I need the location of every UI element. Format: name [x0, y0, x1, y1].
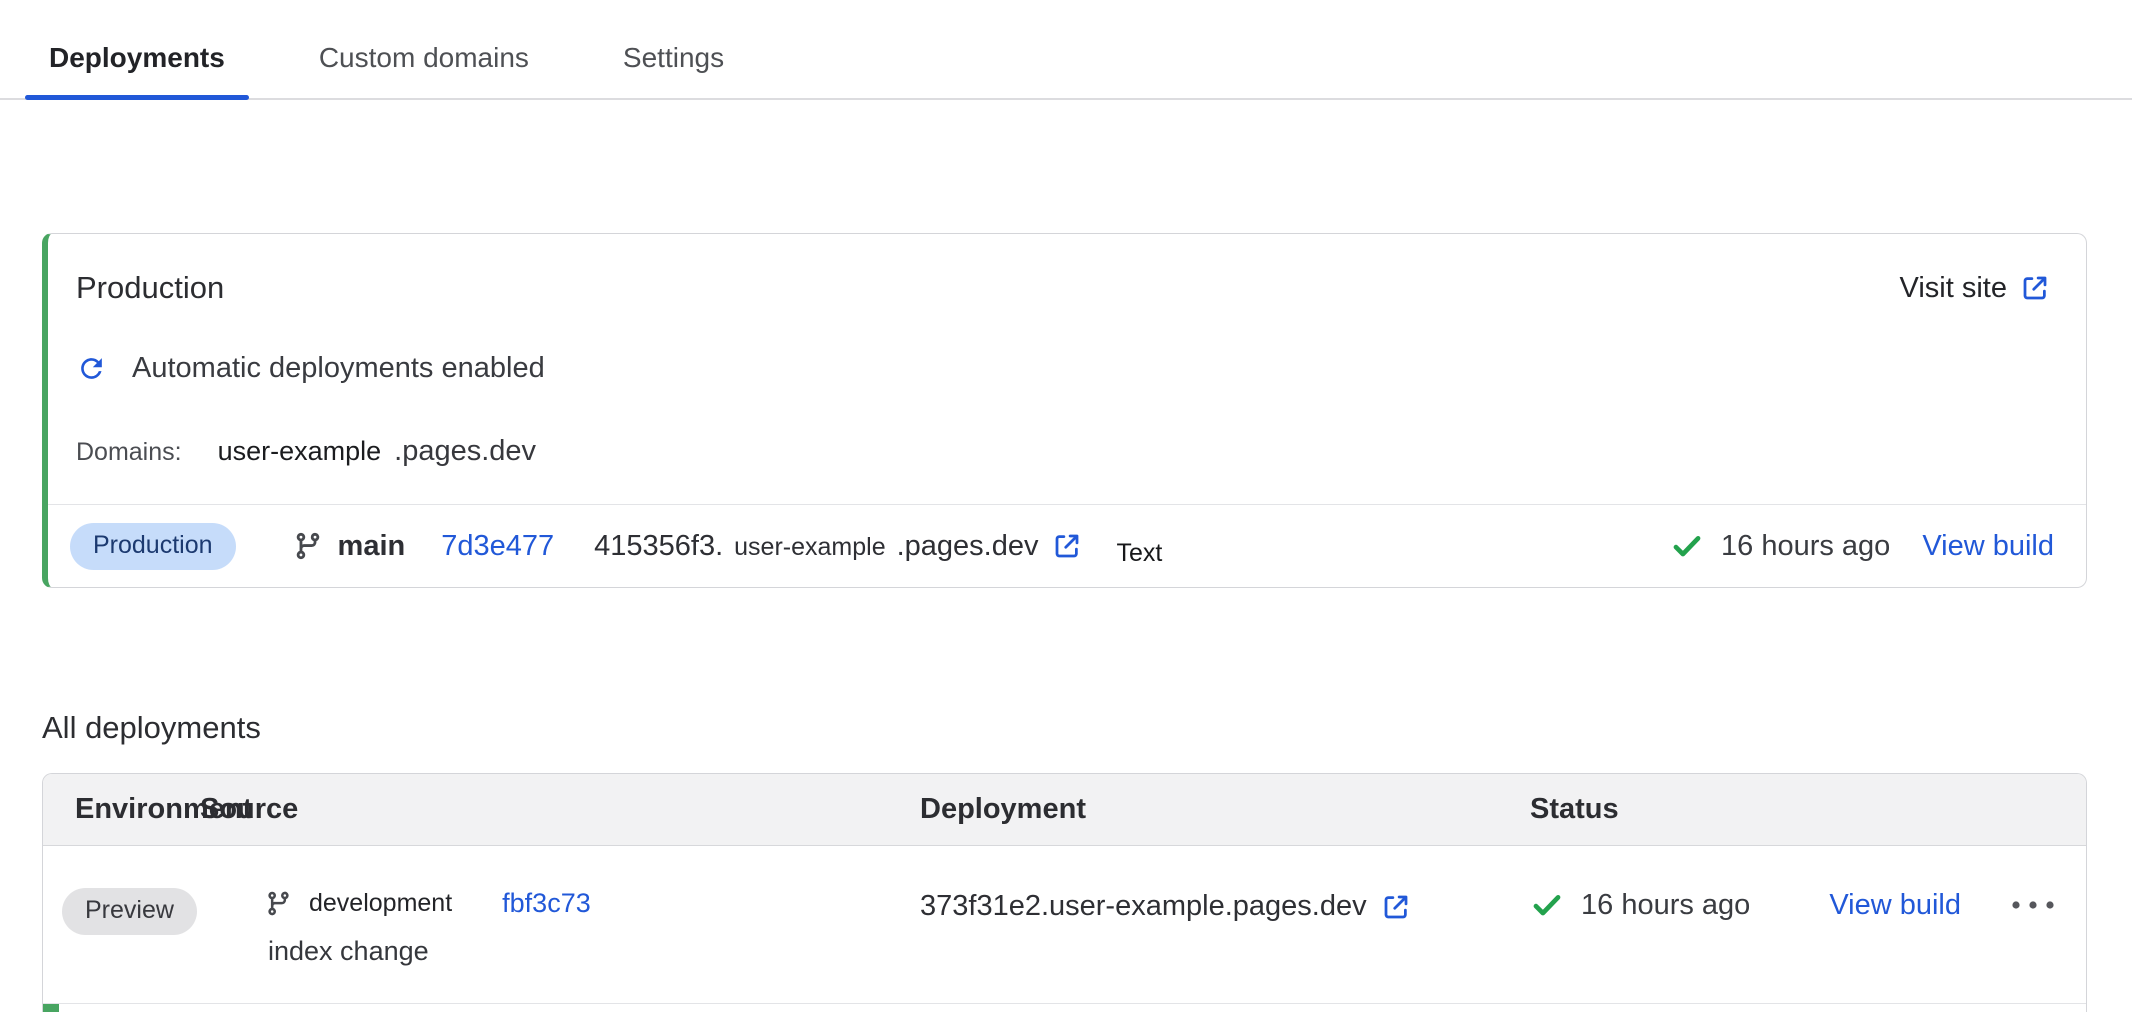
open-deployment-icon[interactable]	[1381, 892, 1411, 922]
environment-badge: Preview	[62, 888, 197, 935]
deployment-suffix: .pages.dev	[1225, 890, 1367, 923]
production-card-title: Production	[76, 270, 224, 306]
deployment-time: 16 hours ago	[1581, 889, 1750, 922]
deployment-url: 415356f3. user-example .pages.dev	[594, 530, 1082, 563]
view-build-link[interactable]: View build	[1829, 889, 1961, 922]
commit-message: Text	[1116, 539, 1162, 568]
branch-name: development	[309, 889, 452, 918]
production-deployment-row: Production main 7d3e477 415356f3. user-e…	[48, 504, 2086, 587]
deployment-suffix: .pages.dev	[897, 530, 1039, 563]
production-card: Production Visit site Automatic deploym	[42, 233, 2087, 588]
deployment-domain: user-example	[734, 533, 885, 562]
tab-deployments[interactable]: Deployments	[25, 28, 249, 98]
deployment-url: 373f31e2. user-example .pages.dev	[920, 888, 1530, 923]
environment-badge: Production	[70, 523, 236, 570]
tab-custom-domains[interactable]: Custom domains	[295, 28, 553, 98]
deployment-subdomain: 415356f3.	[594, 530, 723, 563]
view-build-link[interactable]: View build	[1922, 530, 2054, 563]
git-branch-icon	[293, 531, 323, 561]
visit-site-link[interactable]: Visit site	[1900, 272, 2050, 305]
domain-suffix: .pages.dev	[394, 435, 536, 468]
table-header-row: Environment Source Deployment Status	[43, 774, 2086, 846]
external-link-icon	[2020, 273, 2050, 303]
tab-settings[interactable]: Settings	[599, 28, 748, 98]
deployment-domain: user-example	[1049, 890, 1225, 923]
commit-hash-link[interactable]: 7d3e477	[441, 530, 554, 563]
domains-label: Domains:	[76, 438, 182, 467]
deployments-table: Environment Source Deployment Status Pre…	[42, 773, 2087, 1012]
row-actions-menu-button[interactable]	[2008, 893, 2058, 917]
column-header-status: Status	[1530, 793, 2086, 826]
domain-name: user-example	[218, 436, 382, 467]
success-check-icon	[1530, 888, 1564, 922]
success-check-icon	[1670, 529, 1704, 563]
column-header-environment: Environment	[43, 793, 200, 826]
auto-deployments-text: Automatic deployments enabled	[132, 352, 545, 385]
branch-name: main	[338, 530, 406, 563]
open-deployment-icon[interactable]	[1052, 531, 1082, 561]
tab-bar: Deployments Custom domains Settings	[0, 28, 2132, 100]
all-deployments-title: All deployments	[42, 710, 2132, 746]
table-row: Preview development fbf3c73 index change…	[43, 846, 2086, 1004]
visit-site-label: Visit site	[1900, 272, 2007, 305]
deployment-time: 16 hours ago	[1721, 530, 1890, 563]
column-header-source: Source	[200, 793, 920, 826]
next-row-status-bar	[43, 1004, 59, 1012]
refresh-icon	[76, 353, 107, 384]
git-branch-icon	[265, 890, 292, 917]
deployment-subdomain: 373f31e2.	[920, 890, 1049, 923]
commit-hash-link[interactable]: fbf3c73	[502, 888, 591, 919]
commit-message: index change	[265, 936, 920, 967]
column-header-deployment: Deployment	[920, 793, 1530, 826]
